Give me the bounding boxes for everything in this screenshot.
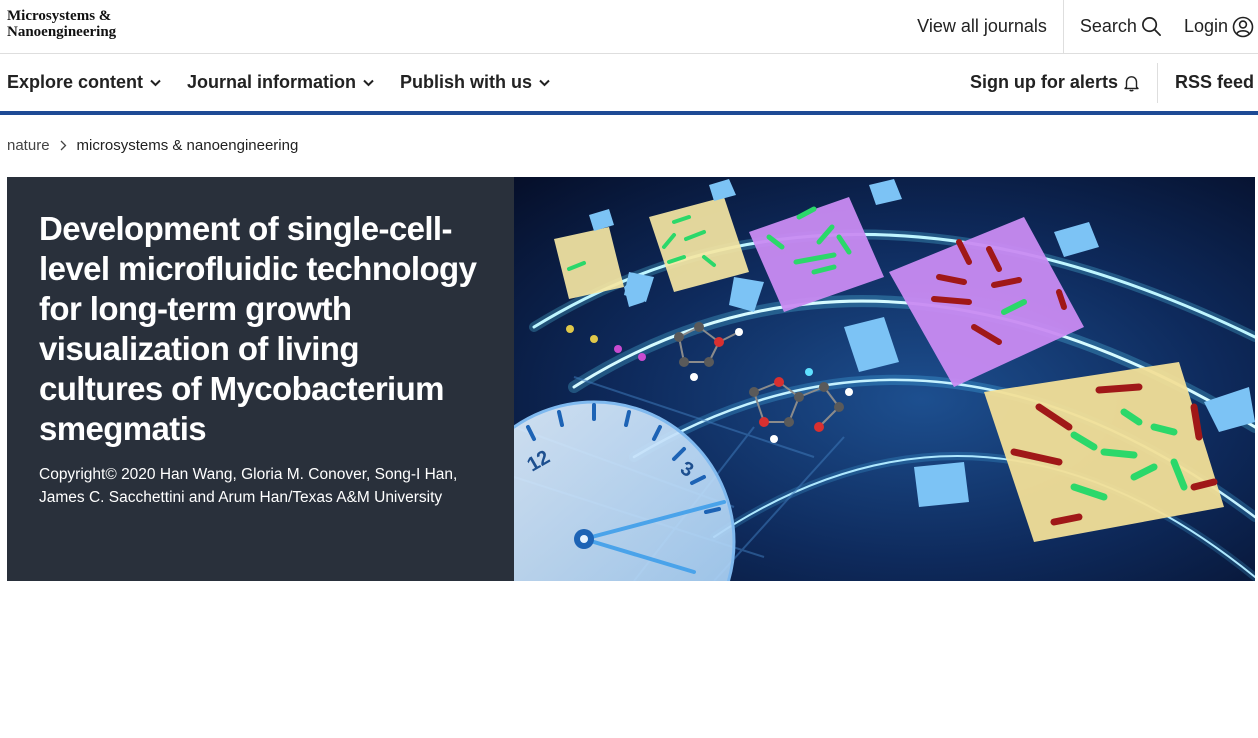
view-all-journals-label: View all journals [917,16,1047,36]
rss-feed-link[interactable]: RSS feed [1158,72,1258,93]
login-button[interactable]: Login [1184,0,1258,53]
login-label: Login [1183,16,1228,36]
sign-up-alerts-label: Sign up for alerts [969,72,1118,92]
cover-illustration: 12 3 [514,177,1255,581]
search-label: Search [1079,16,1137,36]
cover-artwork: 12 3 [514,177,1255,581]
breadcrumb-journal-link[interactable]: microsystems & nanoengineering [77,137,299,154]
hero-title[interactable]: Development of single-cell-level microfl… [39,209,490,449]
hero-image-credit: Copyright© 2020 Han Wang, Gloria M. Cono… [39,466,458,506]
publish-with-us-label: Publish with us [400,72,533,92]
top-header: Microsystems & Nanoengineering View all … [0,0,1258,54]
publish-with-us-menu[interactable]: Publish with us [400,72,550,93]
journal-information-menu[interactable]: Journal information [187,72,374,93]
search-button[interactable]: Search [1064,0,1184,53]
breadcrumb: nature microsystems & nanoengineering [7,137,298,154]
chevron-down-icon [539,79,550,86]
journal-information-label: Journal information [187,72,357,92]
sign-up-alerts-link[interactable]: Sign up for alerts [969,62,1158,103]
top-actions: View all journals Search Login [917,0,1258,53]
bell-icon [1124,75,1139,91]
hero-banner: Development of single-cell-level microfl… [7,177,1255,581]
journal-logo[interactable]: Microsystems & Nanoengineering [7,8,116,40]
explore-content-menu[interactable]: Explore content [7,72,161,93]
search-icon [1142,17,1161,36]
chevron-down-icon [363,79,374,86]
main-nav: Explore content Journal information Publ… [0,54,1258,115]
nav-menus: Explore content Journal information Publ… [7,54,576,111]
nav-actions: Sign up for alerts RSS feed [970,54,1258,111]
view-all-journals-link[interactable]: View all journals [917,0,1064,53]
hero-text-panel: Development of single-cell-level microfl… [7,177,514,581]
chevron-down-icon [150,79,161,86]
chevron-right-icon [60,140,67,151]
user-icon [1232,16,1254,37]
breadcrumb-nature-link[interactable]: nature [7,137,50,154]
explore-content-label: Explore content [7,72,144,92]
